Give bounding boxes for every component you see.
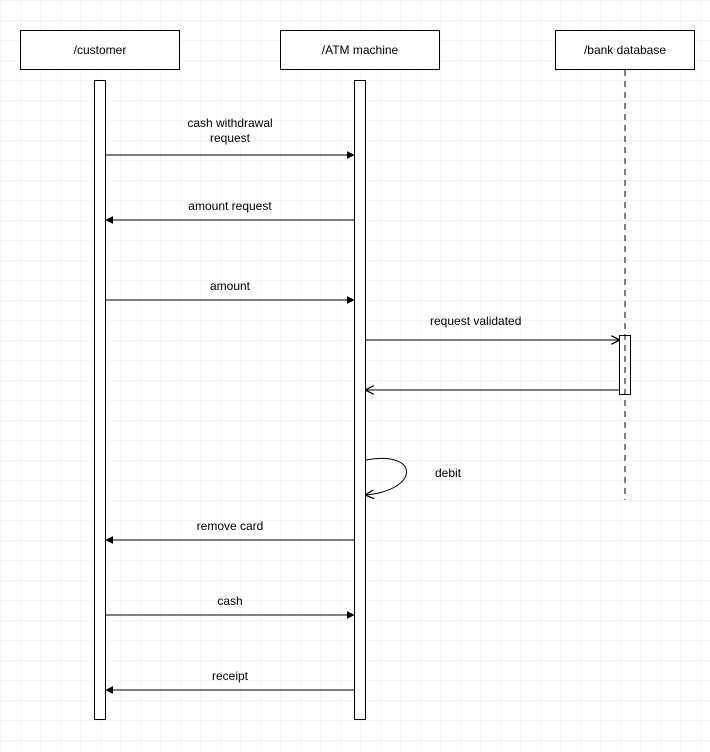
- msg-label-debit: debit: [435, 466, 461, 485]
- msg-label-cash-withdrawal: cash withdrawal request: [187, 116, 272, 150]
- msg-arrow-debit: [366, 458, 407, 495]
- msg-label-remove-card: remove card: [197, 519, 264, 538]
- diagram-svg: [0, 0, 710, 752]
- msg-label-amount-request: amount request: [188, 199, 271, 218]
- msg-label-request-validated: request validated: [430, 314, 521, 333]
- msg-label-cash: cash: [217, 594, 242, 613]
- msg-label-receipt: receipt: [212, 669, 248, 688]
- msg-label-amount: amount: [210, 279, 250, 298]
